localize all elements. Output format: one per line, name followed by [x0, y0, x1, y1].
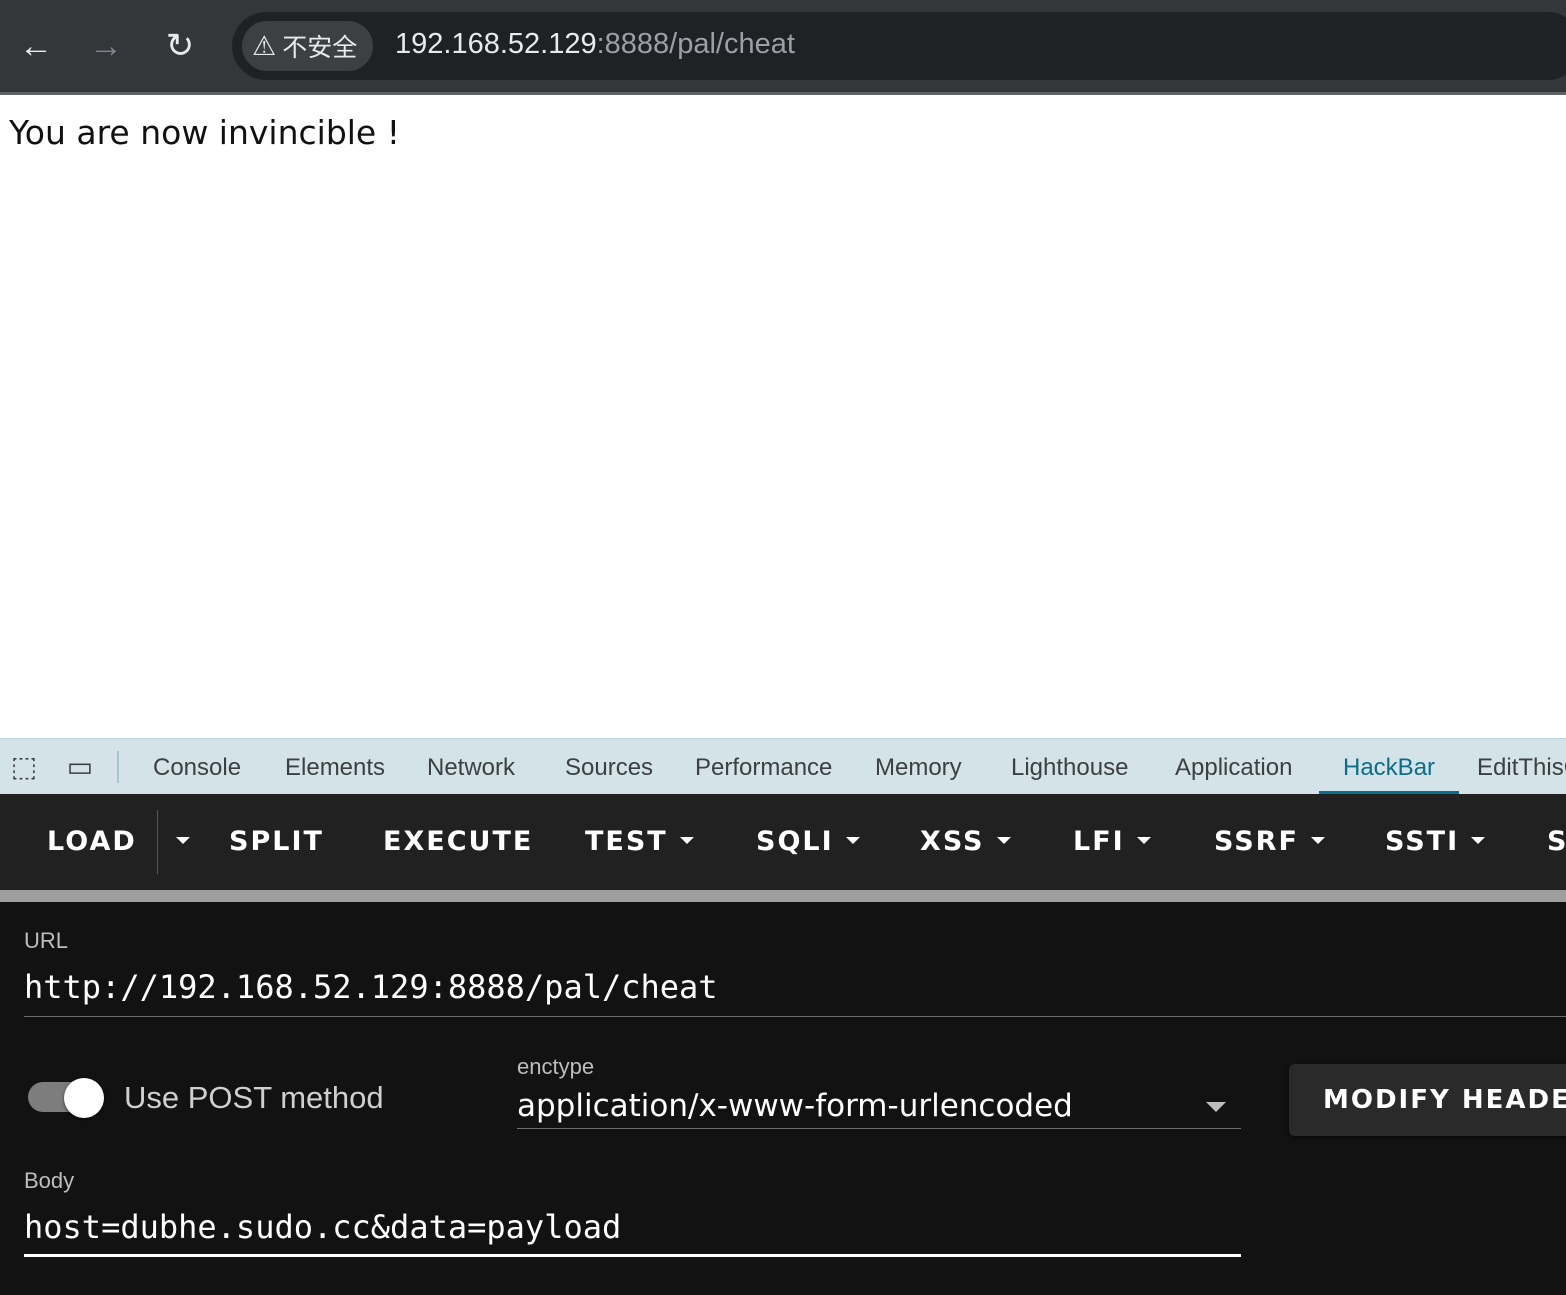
sqli-menu-button[interactable]: SQLI: [756, 794, 860, 890]
enctype-underline: [517, 1128, 1241, 1129]
address-bar[interactable]: ⚠ 不安全 192.168.52.129:8888/pal/cheat: [232, 12, 1566, 80]
hackbar-panel: URL http://192.168.52.129:8888/pal/cheat…: [0, 902, 1566, 1295]
url-path: :8888/pal/cheat: [596, 28, 795, 60]
load-separator: [157, 810, 158, 874]
ssti-menu-button[interactable]: SSTI: [1385, 794, 1486, 890]
chevron-down-icon: [176, 837, 190, 844]
page-message: You are now invincible !: [9, 113, 400, 152]
load-dropdown-button[interactable]: [164, 794, 190, 890]
body-field[interactable]: host=dubhe.sudo.cc&data=payload: [24, 1208, 621, 1246]
tab-memory[interactable]: Memory: [875, 739, 962, 794]
chevron-down-icon: [845, 837, 860, 844]
tab-hackbar[interactable]: HackBar: [1319, 739, 1460, 794]
chevron-down-icon: [679, 837, 694, 844]
tab-network[interactable]: Network: [427, 739, 515, 794]
test-menu-button[interactable]: TEST: [585, 794, 694, 890]
url-field-label: URL: [24, 928, 69, 953]
chevron-down-icon: [1136, 837, 1151, 844]
modify-header-button[interactable]: MODIFY HEADER: [1289, 1064, 1566, 1136]
tab-elements[interactable]: Elements: [285, 739, 385, 794]
security-chip[interactable]: ⚠ 不安全: [242, 21, 374, 71]
tab-application[interactable]: Application: [1175, 739, 1292, 794]
security-chip-label: 不安全: [282, 34, 358, 62]
tab-separator: [117, 751, 119, 783]
load-button[interactable]: LOAD: [47, 794, 137, 890]
chevron-down-icon: [1471, 837, 1486, 844]
devtools-tab-bar: ⬚ ▭ Console Elements Network Sources Per…: [0, 738, 1566, 795]
reload-icon[interactable]: ↻: [158, 24, 202, 68]
ssrf-menu-button[interactable]: SSRF: [1214, 794, 1325, 890]
chevron-down-icon: [996, 837, 1011, 844]
post-toggle-knob[interactable]: [64, 1078, 104, 1118]
page-viewport: You are now invincible !: [0, 95, 1566, 738]
url-field-underline: [24, 1016, 1566, 1017]
ssti-label: SSTI: [1385, 826, 1460, 857]
enctype-select[interactable]: application/x-www-form-urlencoded: [517, 1088, 1073, 1124]
ssrf-label: SSRF: [1214, 826, 1299, 857]
tab-sources[interactable]: Sources: [565, 739, 653, 794]
sqli-label: SQLI: [756, 826, 834, 857]
chevron-down-icon[interactable]: [1206, 1102, 1226, 1112]
xss-label: XSS: [920, 826, 985, 857]
xss-menu-button[interactable]: XSS: [920, 794, 1011, 890]
hackbar-toolbar: LOAD SPLIT EXECUTE TEST SQLI XSS LFI SSR…: [0, 794, 1566, 890]
chevron-down-icon: [1310, 837, 1325, 844]
execute-button[interactable]: EXECUTE: [383, 794, 533, 890]
body-field-underline: [24, 1254, 1241, 1257]
tab-performance[interactable]: Performance: [695, 739, 832, 794]
tab-console[interactable]: Console: [153, 739, 241, 794]
body-field-label: Body: [24, 1168, 75, 1193]
url-field[interactable]: http://192.168.52.129:8888/pal/cheat: [24, 968, 718, 1006]
more-menu-button[interactable]: S: [1547, 794, 1566, 890]
post-toggle-label: Use POST method: [124, 1080, 384, 1115]
tab-editthiscookie[interactable]: EditThisC: [1477, 739, 1566, 794]
device-toolbar-icon[interactable]: ▭: [62, 749, 98, 785]
test-label: TEST: [585, 826, 668, 857]
address-text[interactable]: 192.168.52.129:8888/pal/cheat: [395, 28, 795, 61]
tab-lighthouse[interactable]: Lighthouse: [1011, 739, 1128, 794]
forward-icon[interactable]: →: [84, 24, 128, 68]
back-icon[interactable]: ←: [14, 24, 58, 68]
lfi-label: LFI: [1073, 826, 1125, 857]
inspect-element-icon[interactable]: ⬚: [6, 749, 42, 785]
url-host: 192.168.52.129: [395, 28, 597, 60]
warning-icon: ⚠: [252, 30, 277, 61]
hackbar-divider: [0, 890, 1566, 902]
enctype-label: enctype: [517, 1054, 595, 1079]
split-button[interactable]: SPLIT: [229, 794, 324, 890]
lfi-menu-button[interactable]: LFI: [1073, 794, 1151, 890]
browser-toolbar: ← → ↻ ⚠ 不安全 192.168.52.129:8888/pal/chea…: [0, 0, 1566, 95]
